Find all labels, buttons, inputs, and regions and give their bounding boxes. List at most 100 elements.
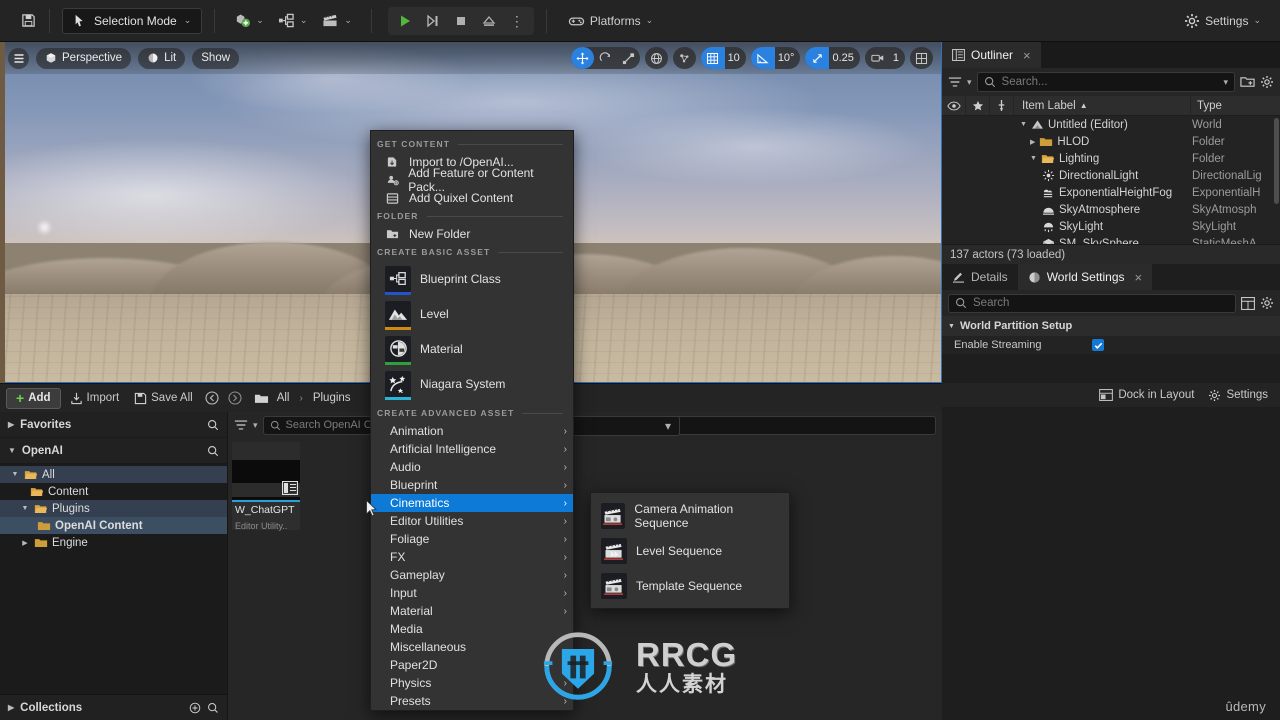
search-icon[interactable] xyxy=(207,419,219,431)
chevron-right-icon[interactable]: ▶ xyxy=(1030,138,1035,146)
chevron-down-icon[interactable]: ▾ xyxy=(967,77,972,88)
submenu-item-media[interactable]: Media xyxy=(371,620,573,638)
settings-button[interactable]: Settings ⌄ xyxy=(1177,7,1268,35)
pin-column-icon[interactable] xyxy=(990,95,1014,116)
submenu-item-input[interactable]: Input › xyxy=(371,584,573,602)
chevron-down-icon[interactable]: ▾ xyxy=(253,420,258,431)
menu-item-material[interactable]: Material xyxy=(371,331,573,366)
angle-snap-control[interactable]: 10° xyxy=(750,47,801,69)
outliner-row-world[interactable]: ▼ Untitled (Editor) World xyxy=(942,116,1280,133)
viewport-menu-button[interactable] xyxy=(8,47,29,69)
world-partition-setup-category[interactable]: ▼ World Partition Setup xyxy=(942,316,1280,336)
outliner-row-lighting[interactable]: ▼ Lighting Folder xyxy=(942,150,1280,167)
outliner-row-skysphere[interactable]: SM_SkySphere StaticMeshA xyxy=(942,235,1280,244)
translate-tool-button[interactable] xyxy=(570,47,594,69)
tree-item-content[interactable]: Content xyxy=(0,483,227,500)
save-button[interactable] xyxy=(14,7,43,35)
submenu-item-animation[interactable]: Animation › xyxy=(371,422,573,440)
close-icon[interactable]: × xyxy=(1135,270,1143,285)
menu-item-new-folder[interactable]: New Folder xyxy=(371,225,573,243)
breadcrumb-item-1[interactable]: Plugins xyxy=(310,392,354,404)
chevron-down-icon[interactable]: ▼ xyxy=(1020,121,1027,128)
outliner-tree[interactable]: ▼ Untitled (Editor) World ▶ HLOD Folder … xyxy=(942,116,1280,244)
nav-forward-button[interactable] xyxy=(225,387,245,409)
outliner-search-input[interactable]: Search... ▾ xyxy=(976,72,1235,92)
tree-item-plugins[interactable]: ▼ Plugins xyxy=(0,500,227,517)
outliner-row-skylight[interactable]: SkyLight SkyLight xyxy=(942,218,1280,235)
outliner-scrollbar[interactable] xyxy=(1274,118,1279,204)
blueprints-button[interactable]: ⌄ xyxy=(271,7,315,35)
search-icon[interactable] xyxy=(207,702,219,714)
surface-snap-button[interactable] xyxy=(672,47,696,69)
play-options-button[interactable]: ⋮ xyxy=(504,9,530,33)
outliner-row-fog[interactable]: ExponentialHeightFog ExponentialH xyxy=(942,184,1280,201)
favorite-column-icon[interactable] xyxy=(966,95,990,116)
play-button[interactable] xyxy=(392,9,418,33)
openai-source-header[interactable]: ▼ OpenAI xyxy=(0,438,227,464)
camera-perspective-dropdown[interactable]: Perspective xyxy=(36,47,132,69)
menu-item-niagara-system[interactable]: Niagara System xyxy=(371,366,573,401)
viewport-layout-button[interactable] xyxy=(910,47,933,69)
eject-button[interactable] xyxy=(476,9,502,33)
tree-item-all[interactable]: ▼ All xyxy=(0,466,227,483)
submenu-item-artificial-intelligence[interactable]: Artificial Intelligence › xyxy=(371,440,573,458)
submenu-item-material[interactable]: Material › xyxy=(371,602,573,620)
cinematics-button[interactable]: ⌄ xyxy=(314,7,359,35)
view-mode-dropdown[interactable]: Lit xyxy=(138,47,186,69)
item-label-column[interactable]: Item Label ▲ xyxy=(1014,100,1190,112)
filter-icon[interactable] xyxy=(234,419,248,431)
submenu-item-editor-utilities[interactable]: Editor Utilities › xyxy=(371,512,573,530)
stop-button[interactable] xyxy=(448,9,474,33)
tree-item-engine[interactable]: ▶ Engine xyxy=(0,534,227,551)
import-button[interactable]: Import xyxy=(64,387,126,409)
submenu-item-miscellaneous[interactable]: Miscellaneous xyxy=(371,638,573,656)
gear-icon[interactable] xyxy=(1260,296,1274,310)
visibility-column-icon[interactable] xyxy=(942,95,966,116)
details-search-input[interactable]: Search xyxy=(948,293,1236,313)
submenu-item-paper2d[interactable]: Paper2D › xyxy=(371,656,573,674)
submenu-item-camera-animation-sequence[interactable]: Camera Animation Sequence xyxy=(591,498,789,533)
add-collection-icon[interactable] xyxy=(189,702,201,714)
camera-speed-control[interactable]: 1 xyxy=(864,47,905,69)
submenu-item-fx[interactable]: FX › xyxy=(371,548,573,566)
gear-icon[interactable] xyxy=(1260,75,1274,89)
add-button[interactable]: + Add xyxy=(6,387,61,409)
scale-snap-control[interactable]: 0.25 xyxy=(805,47,860,69)
submenu-item-level-sequence[interactable]: Level Sequence xyxy=(591,533,789,568)
selection-mode-dropdown[interactable]: Selection Mode ⌄ xyxy=(62,7,203,34)
new-folder-icon[interactable] xyxy=(1240,75,1255,89)
tab-details[interactable]: Details xyxy=(942,264,1018,290)
platforms-button[interactable]: Platforms ⌄ xyxy=(561,7,660,35)
type-column[interactable]: Type xyxy=(1190,95,1280,116)
chevron-down-icon[interactable]: ▼ xyxy=(1030,155,1037,162)
collections-header[interactable]: ▶ Collections xyxy=(0,694,227,720)
tab-outliner[interactable]: Outliner × xyxy=(942,42,1041,68)
breadcrumb-item-0[interactable]: All xyxy=(274,392,293,404)
save-all-button[interactable]: Save All xyxy=(128,387,199,409)
chevron-down-icon[interactable]: ▾ xyxy=(1223,77,1228,88)
search-icon[interactable] xyxy=(207,445,219,457)
submenu-item-presets[interactable]: Presets › xyxy=(371,692,573,710)
submenu-item-gameplay[interactable]: Gameplay › xyxy=(371,566,573,584)
close-icon[interactable]: × xyxy=(1023,48,1031,63)
menu-item-blueprint-class[interactable]: Blueprint Class xyxy=(371,261,573,296)
content-browser-settings-button[interactable]: Settings xyxy=(1208,389,1268,402)
outliner-row-hlod[interactable]: ▶ HLOD Folder xyxy=(942,133,1280,150)
add-actor-button[interactable]: ⌄ xyxy=(227,7,271,35)
menu-item-add-feature[interactable]: Add Feature or Content Pack... xyxy=(371,166,573,194)
filter-icon[interactable] xyxy=(948,76,962,88)
submenu-item-blueprint[interactable]: Blueprint › xyxy=(371,476,573,494)
grid-snap-control[interactable]: 10 xyxy=(700,47,746,69)
submenu-item-audio[interactable]: Audio › xyxy=(371,458,573,476)
rotate-tool-button[interactable] xyxy=(594,47,617,69)
submenu-item-template-sequence[interactable]: Template Sequence xyxy=(591,568,789,603)
submenu-item-cinematics[interactable]: Cinematics › xyxy=(371,494,573,512)
scale-tool-button[interactable] xyxy=(617,47,640,69)
enable-streaming-checkbox[interactable] xyxy=(1092,339,1104,351)
outliner-row-skyatmosphere[interactable]: SkyAtmosphere SkyAtmosph xyxy=(942,201,1280,218)
submenu-item-foliage[interactable]: Foliage › xyxy=(371,530,573,548)
skip-button[interactable] xyxy=(420,9,446,33)
column-view-icon[interactable] xyxy=(1241,296,1255,310)
tab-world-settings[interactable]: World Settings × xyxy=(1017,264,1153,290)
tree-item-openai-content[interactable]: OpenAI Content xyxy=(0,517,227,534)
